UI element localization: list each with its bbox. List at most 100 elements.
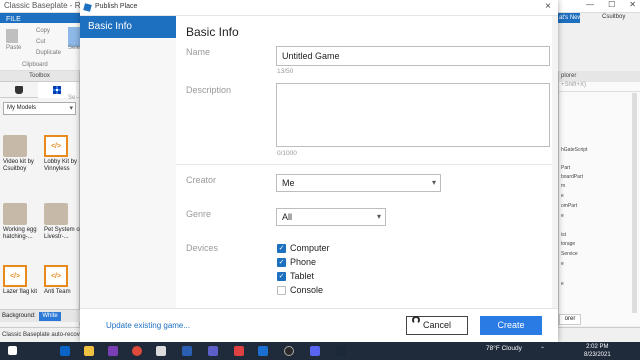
word-icon[interactable] <box>182 346 192 356</box>
device-checkbox-tablet[interactable]: ✓ Tablet <box>277 271 314 281</box>
explorer-item[interactable]: Part <box>561 165 570 171</box>
discord-icon[interactable] <box>310 346 320 356</box>
chrome-icon[interactable] <box>132 346 142 356</box>
background-bar: Background: White <box>0 309 80 322</box>
chevron-down-icon: ▾ <box>376 212 381 221</box>
device-label: Tablet <box>290 271 315 281</box>
explorer-item[interactable]: m <box>561 183 565 189</box>
sidebar-item-basic-info[interactable]: Basic Info <box>80 16 176 38</box>
genre-select[interactable]: All ▾ <box>276 208 386 226</box>
paste-label[interactable]: Paste <box>6 45 21 51</box>
whats-new-button[interactable]: at's New <box>558 13 580 23</box>
genre-select-value: All <box>282 212 293 222</box>
publish-place-dialog: Publish Place × Basic Info Basic Info Na… <box>80 0 558 342</box>
cut-button[interactable]: Cut <box>36 39 45 45</box>
model-thumbnail <box>3 135 27 157</box>
explorer-tab[interactable]: orer <box>559 314 581 325</box>
toolbox-search-input[interactable]: Se <box>68 95 75 101</box>
bag-icon <box>15 86 23 94</box>
device-checkbox-phone[interactable]: ✓ Phone <box>277 257 316 267</box>
description-char-counter: 0/1000 <box>277 150 297 157</box>
explorer-scrollbar[interactable] <box>632 93 637 313</box>
explorer-item[interactable]: omPart <box>561 203 577 209</box>
toolbox-item-label: Lazer flag kit <box>3 289 38 295</box>
explorer-item[interactable]: torage <box>561 241 575 247</box>
checkbox-checked-icon: ✓ <box>277 271 286 281</box>
maximize-button[interactable]: ☐ <box>608 0 615 9</box>
clipboard-group-label: Clipboard <box>22 62 48 68</box>
toolbox-item[interactable]: Video kit by Csuitboy <box>3 135 43 173</box>
device-label: Console <box>290 285 324 295</box>
obs-icon[interactable] <box>284 346 294 356</box>
file-menu[interactable]: FILE <box>0 13 80 23</box>
windows-start-icon[interactable] <box>8 346 17 355</box>
copy-button[interactable]: Copy <box>36 28 50 34</box>
toolbox-item[interactable]: </> Lobby Kit by Vinnyless <box>44 135 84 173</box>
toolbox-item[interactable]: Pet System on Livestr-... <box>44 203 84 241</box>
tab-inventory[interactable] <box>0 82 38 98</box>
devices-label: Devices <box>186 243 219 253</box>
roblox-icon[interactable] <box>156 346 166 356</box>
windows-taskbar: 78°F Cloudy ⌃ 2:02 PM 8/23/2021 <box>0 342 640 360</box>
roblox-studio-icon[interactable] <box>258 346 268 356</box>
roblox-studio-logo-icon <box>83 3 92 12</box>
steam-icon[interactable] <box>336 346 346 356</box>
weather-widget[interactable]: 78°F Cloudy <box>486 345 522 352</box>
explorer-filter-input[interactable]: +Shift+X) <box>559 82 640 92</box>
explorer-item[interactable]: e <box>561 281 564 287</box>
toolbox-item-label: Anti Team <box>44 289 71 295</box>
explorer-item[interactable]: e <box>561 193 564 199</box>
description-label: Description <box>186 85 232 95</box>
creator-select[interactable]: Me ▾ <box>276 174 441 192</box>
toolbox-title: Toolbox <box>0 71 79 82</box>
window-controls: — ☐ ✕ <box>586 0 636 9</box>
background-white-button[interactable]: White <box>39 312 61 321</box>
user-name[interactable]: Csuitboy <box>602 14 625 20</box>
file-explorer-icon[interactable] <box>84 346 94 356</box>
update-existing-game-link[interactable]: Update existing game... <box>106 321 190 330</box>
toolbox-category-select[interactable]: My Models <box>3 102 76 115</box>
grid-icon <box>53 86 61 94</box>
script-icon: </> <box>44 135 68 157</box>
create-button[interactable]: Create <box>480 316 542 335</box>
duplicate-button[interactable]: Duplicate <box>36 50 61 56</box>
clock-time: 2:02 PM <box>586 344 609 350</box>
onenote-icon[interactable] <box>108 346 118 356</box>
taskbar-clock[interactable]: 2:02 PM 8/23/2021 <box>584 343 611 359</box>
description-textarea[interactable] <box>276 83 550 147</box>
device-checkbox-computer[interactable]: ✓ Computer <box>277 243 330 253</box>
toolbox-item[interactable]: </> Anti Team <box>44 265 84 296</box>
device-checkbox-console[interactable]: Console <box>277 285 323 295</box>
creator-select-value: Me <box>282 178 295 188</box>
select-tool-icon[interactable] <box>68 27 80 47</box>
clock-date: 8/23/2021 <box>584 352 611 358</box>
explorer-item[interactable]: Service <box>561 251 578 257</box>
model-thumbnail <box>3 203 27 225</box>
explorer-item[interactable]: ist <box>561 232 566 238</box>
name-input[interactable] <box>276 46 550 66</box>
dialog-title: Publish Place <box>95 3 138 10</box>
form-scrollbar[interactable] <box>552 16 558 308</box>
explorer-item[interactable]: e <box>561 261 564 267</box>
basic-info-form: Basic Info Name 13/50 Description 0/1000… <box>176 16 558 308</box>
explorer-item[interactable]: e <box>561 213 564 219</box>
chevron-up-icon[interactable]: ⌃ <box>540 346 545 353</box>
explorer-panel: plorer +Shift+X) hGateScript Part boardP… <box>558 71 640 326</box>
file-menu-label: FILE <box>6 16 21 23</box>
close-window-button[interactable]: ✕ <box>629 0 636 9</box>
music-icon[interactable] <box>234 346 244 356</box>
explorer-item[interactable]: boardPart <box>561 174 583 180</box>
outlook-icon[interactable] <box>60 346 70 356</box>
toolbox-panel: Toolbox My Models Se Video kit by Csuitb… <box>0 71 83 326</box>
minimize-button[interactable]: — <box>586 0 594 9</box>
teams-icon[interactable] <box>208 346 218 356</box>
toolbox-item-label: Lobby Kit by Vinnyless <box>44 159 78 172</box>
toolbox-item[interactable]: Working egg hatching-... <box>3 203 43 241</box>
explorer-item[interactable]: hGateScript <box>561 147 587 153</box>
toolbox-item[interactable]: </> Lazer flag kit <box>3 265 43 296</box>
paste-icon[interactable] <box>6 29 18 43</box>
creator-label: Creator <box>186 175 217 185</box>
dialog-close-button[interactable]: × <box>542 1 554 13</box>
device-label: Computer <box>290 243 330 253</box>
script-icon: </> <box>3 265 27 287</box>
